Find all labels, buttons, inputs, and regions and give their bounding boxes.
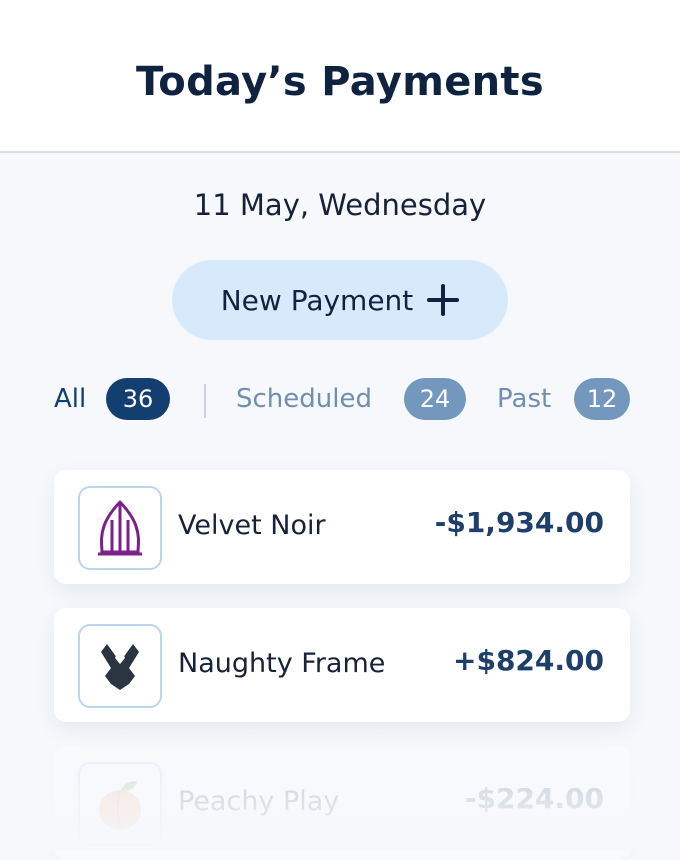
payment-amount: +$824.00 — [453, 644, 604, 677]
payment-amount: -$1,934.00 — [434, 506, 604, 539]
payment-card[interactable]: Velvet Noir -$1,934.00 — [54, 470, 630, 584]
payment-filter-tabs: All 36 Scheduled 24 Past 12 — [54, 378, 634, 424]
velvet-noir-logo-icon — [78, 486, 162, 570]
tab-scheduled-label[interactable]: Scheduled — [236, 384, 372, 414]
payment-card[interactable]: Naughty Frame +$824.00 — [54, 608, 630, 722]
app-header: Today’s Payments — [0, 0, 680, 153]
tab-past-count-badge: 12 — [574, 378, 630, 420]
payment-amount: -$224.00 — [464, 782, 604, 815]
tab-scheduled-count-badge: 24 — [404, 378, 466, 420]
tab-all-label[interactable]: All — [54, 384, 86, 414]
new-payment-button[interactable]: New Payment — [172, 260, 508, 340]
new-payment-label: New Payment — [220, 283, 414, 317]
payee-name: Velvet Noir — [178, 510, 326, 541]
payment-card[interactable]: Peachy Play -$224.00 — [54, 746, 630, 860]
plus-icon — [427, 284, 460, 316]
naughty-frame-logo-icon — [78, 624, 162, 708]
tab-past-label[interactable]: Past — [497, 384, 551, 414]
filter-divider — [204, 384, 206, 418]
date-label: 11 May, Wednesday — [193, 188, 487, 222]
tab-all-count-badge: 36 — [106, 378, 170, 420]
peach-logo-icon — [78, 762, 162, 846]
payee-name: Peachy Play — [178, 786, 340, 817]
payee-name: Naughty Frame — [178, 648, 386, 679]
page-title: Today’s Payments — [136, 58, 544, 105]
